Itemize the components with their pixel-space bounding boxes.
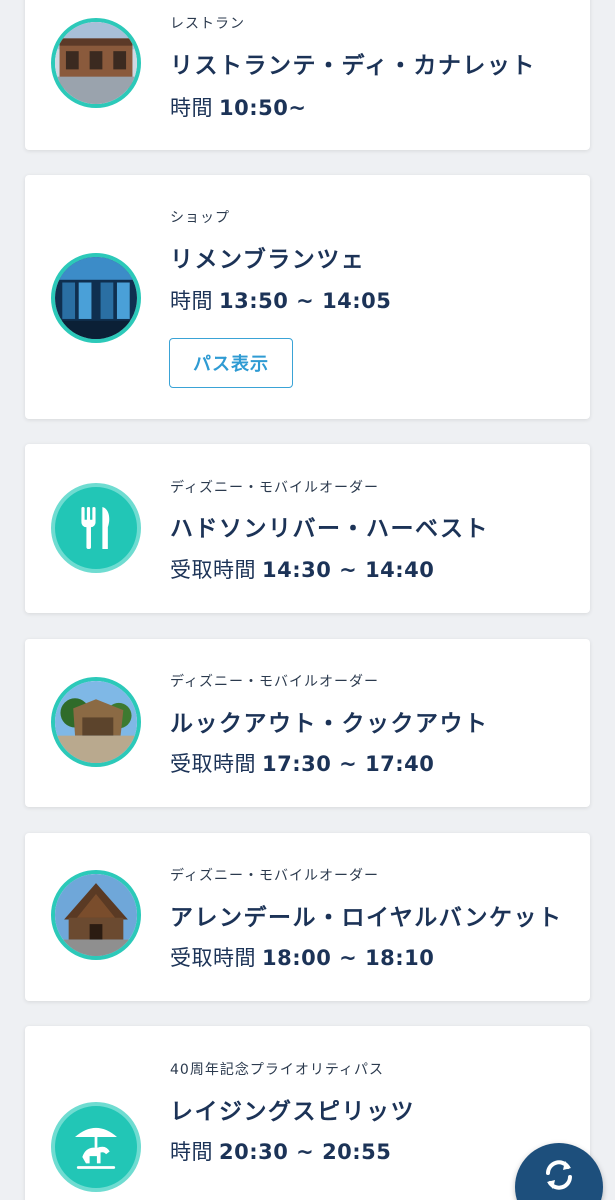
item-category: ディズニー・モバイルオーダー <box>170 480 380 496</box>
item-time: 時間 20:30 ~ 20:55 <box>170 1136 391 1166</box>
attraction-icon <box>51 1102 141 1192</box>
time-value: 10:50~ <box>219 96 307 120</box>
time-label: 受取時間 <box>170 752 256 776</box>
time-label: 受取時間 <box>170 946 256 970</box>
item-time: 時間 10:50~ <box>170 92 306 122</box>
item-category: ディズニー・モバイルオーダー <box>170 674 380 690</box>
item-name: リストランテ・ディ・カナレット <box>170 53 536 79</box>
item-time: 受取時間 17:30 ~ 17:40 <box>170 748 434 778</box>
time-value: 14:30 ~ 14:40 <box>262 558 435 582</box>
refresh-icon <box>541 1157 577 1197</box>
time-label: 時間 <box>170 1140 213 1164</box>
time-value: 18:00 ~ 18:10 <box>262 946 435 970</box>
item-category: ショップ <box>170 210 230 226</box>
time-label: 時間 <box>170 289 213 313</box>
item-name: ハドソンリバー・ハーベスト <box>170 516 489 542</box>
item-time: 時間 13:50 ~ 14:05 <box>170 285 391 315</box>
item-time: 受取時間 18:00 ~ 18:10 <box>170 942 434 972</box>
item-name: アレンデール・ロイヤルバンケット <box>170 905 563 931</box>
time-value: 13:50 ~ 14:05 <box>219 289 392 313</box>
item-category: ディズニー・モバイルオーダー <box>170 868 380 884</box>
item-name: レイジングスピリッツ <box>170 1099 415 1125</box>
time-value: 20:30 ~ 20:55 <box>219 1140 392 1164</box>
item-name: ルックアウト・クックアウト <box>170 711 489 737</box>
time-label: 受取時間 <box>170 558 256 582</box>
restaurant-thumbnail <box>51 18 141 108</box>
item-name: リメンブランツェ <box>170 247 366 273</box>
item-category: 40周年記念プライオリティパス <box>170 1062 384 1078</box>
time-value: 17:30 ~ 17:40 <box>262 752 435 776</box>
lookout-thumbnail <box>51 677 141 767</box>
show-pass-button[interactable]: パス表示 <box>169 338 293 388</box>
arendelle-thumbnail <box>51 870 141 960</box>
time-label: 時間 <box>170 96 213 120</box>
item-category: レストラン <box>170 16 245 32</box>
item-time: 受取時間 14:30 ~ 14:40 <box>170 554 434 584</box>
shop-thumbnail <box>51 253 141 343</box>
fork-knife-icon <box>51 483 141 573</box>
